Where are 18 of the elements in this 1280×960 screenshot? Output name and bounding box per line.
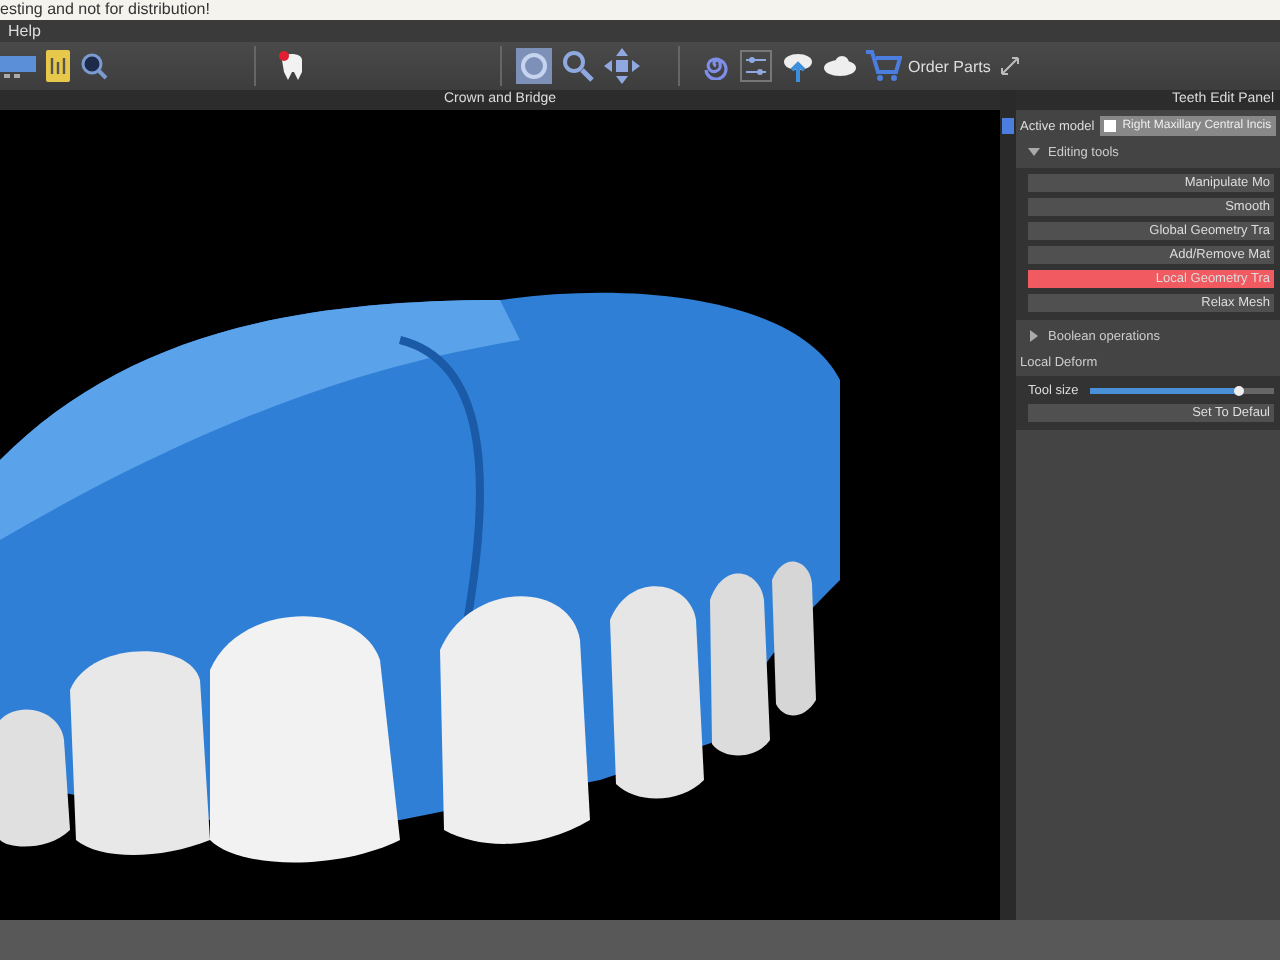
slider-thumb[interactable]: [1233, 386, 1244, 396]
zoom-icon[interactable]: [562, 50, 594, 82]
cloud-icon[interactable]: [824, 56, 856, 76]
grid-icon[interactable]: [0, 52, 36, 80]
order-parts-button[interactable]: Order Parts: [866, 50, 991, 82]
cart-icon: [866, 50, 902, 82]
spiral-icon[interactable]: [702, 52, 730, 80]
move-icon[interactable]: [604, 48, 640, 84]
menu-item[interactable]: Help: [8, 20, 41, 42]
notice-text: esting and not for distribution!: [0, 0, 1280, 20]
search-icon[interactable]: [80, 52, 108, 80]
checkbox[interactable]: [1104, 120, 1117, 132]
sliders-icon[interactable]: [740, 50, 772, 82]
document-icon[interactable]: [46, 50, 70, 82]
expand-icon[interactable]: [1000, 56, 1021, 76]
tooth-icon[interactable]: [278, 50, 306, 82]
cloud-upload-icon[interactable]: [782, 50, 814, 82]
tool-size-slider[interactable]: [1090, 388, 1274, 394]
